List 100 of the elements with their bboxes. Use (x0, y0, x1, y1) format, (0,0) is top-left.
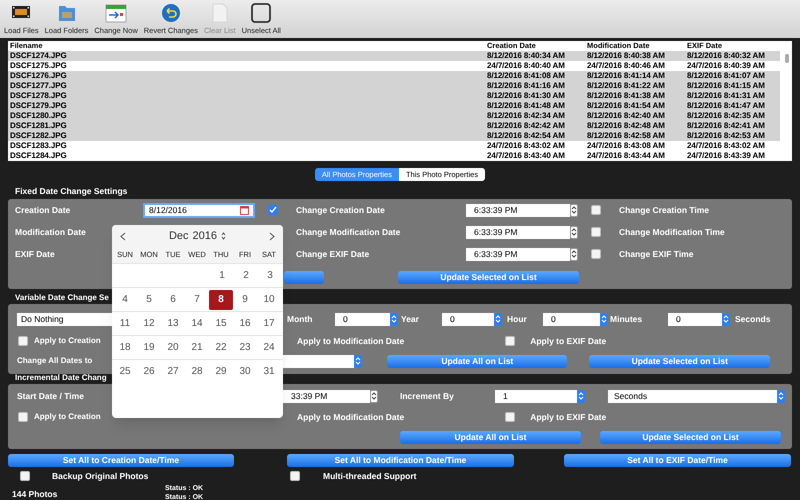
table-cell-text: 8/12/2016 8:42:40 AM (586, 110, 666, 122)
checkbox[interactable] (505, 412, 516, 422)
table-cell-text: 24/7/2016 8:40:40 AM (486, 60, 566, 72)
time-field[interactable]: 6:33:39 PM (466, 226, 570, 238)
table-cell-text: 8/12/2016 8:41:54 AM (586, 100, 666, 112)
checkbox[interactable] (591, 227, 601, 237)
calendar-day[interactable]: 15 (209, 314, 233, 334)
number-field[interactable]: 0 (668, 312, 722, 326)
calendar-day[interactable]: 17 (257, 314, 281, 334)
table-cell-text: 8/12/2016 8:42:34 AM (486, 110, 566, 122)
calendar-day[interactable]: 11 (113, 314, 137, 334)
calendar-day[interactable]: 30 (233, 362, 257, 382)
number-field[interactable]: 1 (495, 390, 577, 402)
calendar-day[interactable]: 26 (137, 362, 161, 382)
calendar-day[interactable]: 2 (234, 266, 258, 286)
checkbox[interactable] (591, 249, 601, 259)
table-cell-text: DSCF1276.JPG (9, 70, 68, 82)
table-cell-text: DSCF1279.JPG (9, 100, 68, 112)
calendar-day[interactable]: 29 (209, 362, 233, 382)
checkbox[interactable] (18, 336, 28, 346)
stepper-button[interactable] (777, 390, 785, 402)
calendar-day[interactable]: 1 (210, 266, 234, 286)
calendar-day[interactable]: 9 (233, 290, 257, 310)
checkbox[interactable] (591, 205, 601, 215)
select-field[interactable]: Do Nothing (17, 312, 112, 326)
calendar-day[interactable]: 25 (113, 362, 137, 382)
table-row[interactable]: DSCF1280.JPG 8/12/2016 8:42:34 AM 8/12/2016 8:42:40 AM 8/12/2016 8:42:35 AM (8, 111, 780, 121)
chevron-left-icon[interactable] (120, 232, 126, 240)
calendar-day[interactable]: 31 (257, 362, 281, 382)
number-field[interactable]: 0 (543, 312, 600, 326)
calendar-day[interactable]: 27 (161, 362, 185, 382)
date-field[interactable]: 8/12/2016 (143, 202, 255, 218)
table-cell-text: 8/12/2016 8:40:32 AM (686, 50, 766, 62)
field-label: Creation Date (15, 204, 72, 216)
folder-icon (56, 3, 76, 23)
time-field[interactable]: 6:33:39 PM (466, 204, 570, 216)
number-field[interactable]: 0 (335, 312, 390, 326)
table-row[interactable]: DSCF1276.JPG 8/12/2016 8:41:08 AM 8/12/2016 8:41:14 AM 8/12/2016 8:41:07 AM (8, 71, 780, 81)
calendar-day[interactable]: 8 (209, 290, 233, 310)
calendar-day[interactable]: 14 (185, 314, 209, 334)
table-cell-text: 24/7/2016 8:40:46 AM (586, 60, 666, 72)
calendar-day[interactable]: 4 (113, 290, 137, 310)
calendar-day[interactable]: 6 (161, 290, 185, 310)
table-cell-text: 8/12/2016 8:41:31 AM (686, 90, 766, 102)
select-field[interactable]: Seconds (608, 390, 777, 402)
stepper-button[interactable] (370, 390, 378, 402)
table-row[interactable]: DSCF1274.JPG 8/12/2016 8:40:34 AM 8/12/2016 8:40:38 AM 8/12/2016 8:40:32 AM (8, 51, 780, 61)
calendar-day[interactable]: 16 (233, 314, 257, 334)
number-field[interactable]: 0 (442, 312, 494, 326)
time-field[interactable]: 6:33:39 PM (466, 248, 570, 260)
checkbox[interactable] (20, 471, 30, 481)
stepper-button[interactable] (570, 226, 578, 238)
calendar-day[interactable]: 24 (257, 338, 281, 358)
calendar-day[interactable]: 28 (185, 362, 209, 382)
stepper-button[interactable] (354, 354, 362, 368)
checkbox[interactable] (505, 336, 516, 346)
chevron-right-icon[interactable] (268, 232, 275, 240)
table-cell-text: 24/7/2016 8:43:44 AM (586, 150, 666, 162)
calendar-day[interactable]: 20 (161, 338, 185, 358)
calendar-day[interactable]: 18 (113, 338, 137, 358)
stepper-button[interactable] (570, 204, 578, 216)
table-cell-text: DSCF1280.JPG (9, 110, 68, 122)
table-cell-text: 8/12/2016 8:42:42 AM (486, 120, 566, 132)
scrollbar[interactable] (785, 54, 789, 63)
stepper-button[interactable] (570, 248, 578, 260)
field-label: Fixed Date Change Settings (15, 185, 128, 198)
table-row[interactable]: DSCF1278.JPG 8/12/2016 8:41:30 AM 8/12/2016 8:41:38 AM 8/12/2016 8:41:31 AM (8, 91, 780, 101)
calendar-day[interactable]: 19 (137, 338, 161, 358)
calendar-month: Dec (168, 228, 189, 244)
stepper-button[interactable] (722, 312, 730, 326)
table-cell-text: 8/12/2016 8:41:08 AM (486, 70, 566, 82)
table-row[interactable]: DSCF1279.JPG 8/12/2016 8:41:48 AM 8/12/2016 8:41:54 AM 8/12/2016 8:41:47 AM (8, 101, 780, 111)
field-label: EXIF Date (15, 248, 56, 260)
calendar-day[interactable]: 3 (258, 266, 282, 286)
table-row[interactable]: DSCF1282.JPG 8/12/2016 8:42:54 AM 8/12/2016 8:42:58 AM 8/12/2016 8:42:53 AM (8, 131, 780, 141)
table-row[interactable]: DSCF1277.JPG 8/12/2016 8:41:16 AM 8/12/2016 8:41:22 AM 8/12/2016 8:41:15 AM (8, 81, 780, 91)
stepper-button[interactable] (390, 312, 398, 326)
table-row[interactable]: DSCF1281.JPG 8/12/2016 8:42:42 AM 8/12/2016 8:42:48 AM 8/12/2016 8:42:41 AM (8, 121, 780, 131)
calendar-day[interactable]: 10 (257, 290, 281, 310)
field-label: Seconds (735, 312, 770, 326)
field-label: Apply to EXIF Date (530, 334, 606, 348)
calendar-day[interactable]: 13 (161, 314, 185, 334)
checkbox[interactable] (290, 471, 300, 481)
table-cell-text: 8/12/2016 8:41:14 AM (586, 70, 666, 82)
calendar-day[interactable]: 5 (137, 290, 161, 310)
stepper-icon[interactable] (221, 231, 226, 241)
stepper-button[interactable] (494, 312, 502, 326)
calendar-icon (240, 206, 249, 214)
calendar-day[interactable]: 21 (185, 338, 209, 358)
time-field[interactable]: 33:39 PM (283, 390, 370, 402)
calendar-day[interactable]: 7 (185, 290, 209, 310)
stepper-button[interactable] (577, 390, 585, 402)
table-cell-text: 24/7/2016 8:43:02 AM (486, 140, 566, 152)
checkbox[interactable] (18, 412, 28, 422)
calendar-day[interactable]: 12 (137, 314, 161, 334)
table-cell-text: 24/7/2016 8:43:08 AM (586, 140, 666, 152)
calendar-day[interactable]: 22 (209, 338, 233, 358)
calendar-day[interactable]: 23 (233, 338, 257, 358)
stepper-button[interactable] (600, 312, 608, 326)
square-icon (251, 3, 272, 23)
